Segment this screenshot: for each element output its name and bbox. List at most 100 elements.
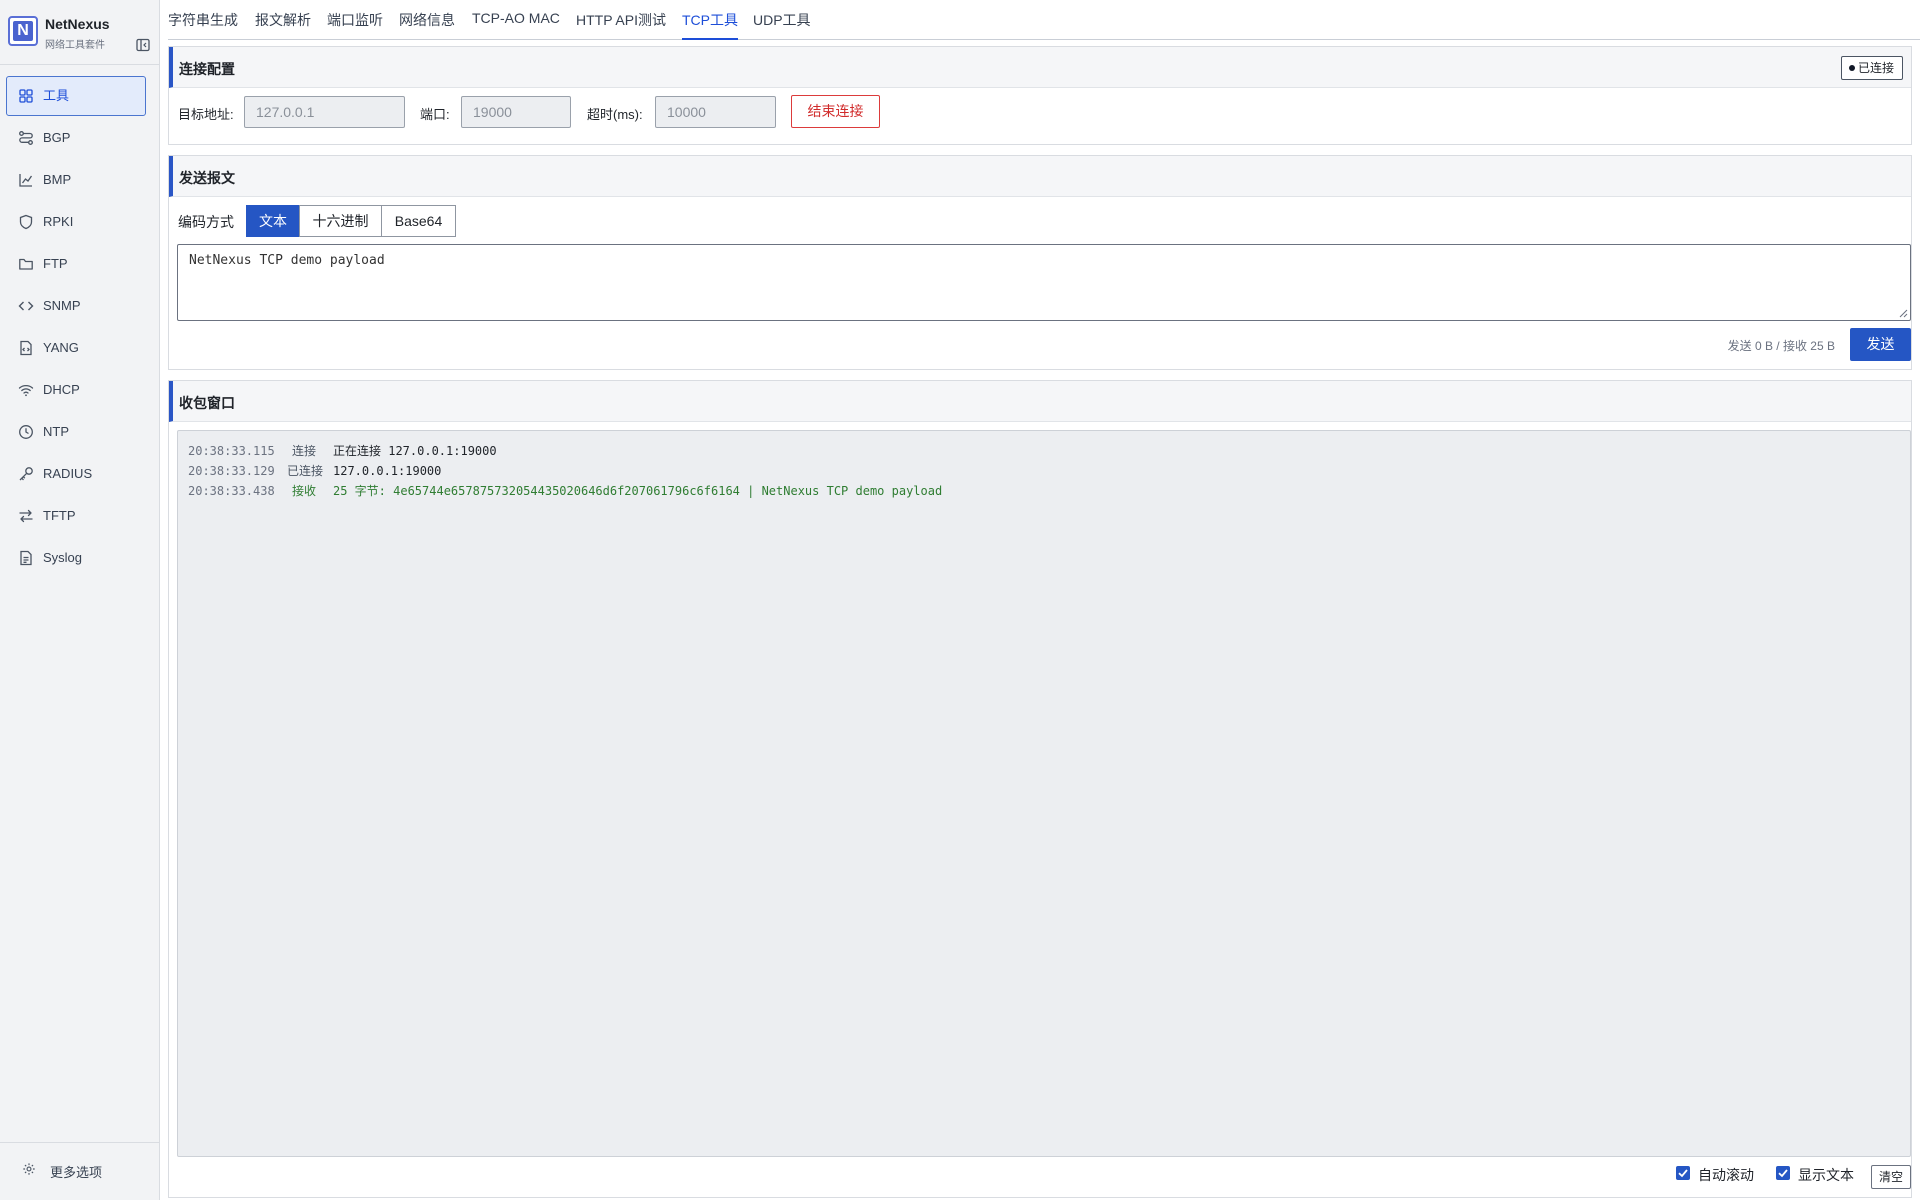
tab-port-listener[interactable]: 端口监听 xyxy=(327,10,383,40)
connection-panel: 连接配置 已连接 xyxy=(168,46,1912,145)
tab-tcp-ao-mac[interactable]: TCP-AO MAC xyxy=(472,10,560,40)
sidebar-item-ntp[interactable]: NTP xyxy=(6,412,146,452)
folder-icon xyxy=(19,258,33,270)
traffic-stats: 发送 0 B / 接收 25 B xyxy=(1727,339,1835,353)
document-icon xyxy=(20,550,32,566)
show-text-label: 显示文本 xyxy=(1798,1167,1854,1183)
sidebar-item-bmp[interactable]: BMP xyxy=(6,160,146,200)
sidebar-item-tools[interactable]: 工具 xyxy=(6,76,146,116)
sidebar-item-yang[interactable]: YANG xyxy=(6,328,146,368)
chart-icon xyxy=(19,174,33,187)
clear-button[interactable]: 清空 xyxy=(1871,1165,1911,1189)
sidebar-item-ftp[interactable]: FTP xyxy=(6,244,146,284)
gear-icon xyxy=(23,1163,35,1175)
clock-icon xyxy=(19,425,33,439)
connection-panel-header: 连接配置 已连接 xyxy=(169,47,1911,88)
sidebar-item-label: DHCP xyxy=(43,382,80,397)
sidebar-divider xyxy=(0,64,160,65)
sidebar-item-label: RADIUS xyxy=(43,466,93,481)
sidebar: N NetNexus 网络工具套件 工具 BGP BMP RPKI FTP SN… xyxy=(0,0,160,1200)
app-logo: N xyxy=(8,16,38,46)
tab-string-generator[interactable]: 字符串生成 xyxy=(168,10,238,40)
sidebar-item-rpki[interactable]: RPKI xyxy=(6,202,146,242)
tab-http-api-test[interactable]: HTTP API测试 xyxy=(576,10,666,40)
log-timestamp: 20:38:33.129 xyxy=(188,464,275,478)
log-timestamp: 20:38:33.115 xyxy=(188,444,275,458)
receive-panel-title: 收包窗口 xyxy=(179,395,235,411)
checkmark-icon xyxy=(1778,1169,1788,1178)
more-options-label: 更多选项 xyxy=(50,1165,103,1180)
receive-panel-header: 收包窗口 xyxy=(169,381,1911,422)
log-row: 20:38:33.438 接收 25 字节: 4e65744e657875732… xyxy=(188,481,1900,501)
sidebar-collapse-icon[interactable] xyxy=(136,38,150,52)
sidebar-item-label: 工具 xyxy=(43,88,70,103)
sidebar-item-radius[interactable]: RADIUS xyxy=(6,454,146,494)
tool-tabs: 字符串生成 报文解析 端口监听 网络信息 TCP-AO MAC HTTP API… xyxy=(168,0,1920,40)
connection-status-badge: 已连接 xyxy=(1840,56,1903,80)
code-icon xyxy=(18,301,34,311)
timeout-input[interactable]: 10000 xyxy=(655,96,776,128)
sidebar-item-label: SNMP xyxy=(43,298,81,313)
encoding-hex-button[interactable]: 十六进制 xyxy=(299,205,382,237)
checkmark-icon xyxy=(1678,1169,1688,1178)
sidebar-item-label: FTP xyxy=(43,256,68,271)
log-message: 127.0.0.1:19000 xyxy=(333,464,442,478)
brand: N NetNexus 网络工具套件 xyxy=(8,14,152,52)
log-kind: 接收 xyxy=(292,484,317,498)
log-message: 正在连接 127.0.0.1:19000 xyxy=(333,444,497,458)
disconnect-button[interactable]: 结束连接 xyxy=(791,95,880,128)
log-kind: 连接 xyxy=(292,444,317,458)
log-message: 25 字节: 4e65744e657875732054435020646d6f2… xyxy=(333,484,943,498)
log-kind: 已连接 xyxy=(287,464,324,478)
port-input[interactable]: 19000 xyxy=(461,96,571,128)
timeout-label: 超时(ms): xyxy=(587,107,643,122)
route-icon xyxy=(19,131,33,145)
target-address-label: 目标地址: xyxy=(178,107,234,122)
sidebar-item-snmp[interactable]: SNMP xyxy=(6,286,146,326)
app-name: NetNexus xyxy=(45,16,110,32)
log-row: 20:38:33.129 已连接 127.0.0.1:19000 xyxy=(188,461,1900,481)
auto-scroll-label: 自动滚动 xyxy=(1698,1167,1754,1183)
payload-text: NetNexus TCP demo payload xyxy=(189,253,385,268)
sidebar-item-syslog[interactable]: Syslog xyxy=(6,538,146,578)
tab-tcp-tool[interactable]: TCP工具 xyxy=(682,10,738,40)
send-button[interactable]: 发送 xyxy=(1850,328,1911,361)
grid-icon xyxy=(19,89,33,103)
shield-icon xyxy=(19,214,33,230)
auto-scroll-checkbox[interactable] xyxy=(1676,1166,1690,1180)
connection-panel-title: 连接配置 xyxy=(179,61,235,77)
key-icon xyxy=(19,467,33,481)
sidebar-item-dhcp[interactable]: DHCP xyxy=(6,370,146,410)
sidebar-item-label: BGP xyxy=(43,130,71,145)
sidebar-nav: 工具 BGP BMP RPKI FTP SNMP YANG DHCP NTP R… xyxy=(6,76,146,580)
sidebar-divider xyxy=(0,1142,160,1143)
sidebar-item-bgp[interactable]: BGP xyxy=(6,118,146,158)
tab-udp-tool[interactable]: UDP工具 xyxy=(753,10,811,40)
sidebar-item-label: RPKI xyxy=(43,214,74,229)
encoding-text-button[interactable]: 文本 xyxy=(246,205,300,237)
wifi-icon xyxy=(18,384,34,397)
target-address-input[interactable]: 127.0.0.1 xyxy=(244,96,405,128)
encoding-label: 编码方式 xyxy=(178,214,234,230)
file-code-icon xyxy=(20,340,32,356)
port-label: 端口: xyxy=(420,107,450,122)
show-text-checkbox[interactable] xyxy=(1776,1166,1790,1180)
resize-grip-icon[interactable] xyxy=(1899,309,1908,318)
sidebar-item-tftp[interactable]: TFTP xyxy=(6,496,146,536)
sidebar-item-label: YANG xyxy=(43,340,79,355)
log-timestamp: 20:38:33.438 xyxy=(188,484,275,498)
log-row: 20:38:33.115 连接 正在连接 127.0.0.1:19000 xyxy=(188,441,1900,461)
sidebar-item-label: BMP xyxy=(43,172,72,187)
status-dot-icon xyxy=(1848,65,1855,71)
sidebar-item-label: NTP xyxy=(43,424,69,439)
payload-textarea[interactable]: NetNexus TCP demo payload xyxy=(177,244,1911,321)
sidebar-item-label: Syslog xyxy=(43,550,83,565)
tab-packet-parser[interactable]: 报文解析 xyxy=(255,10,311,40)
connection-status-text: 已连接 xyxy=(1857,61,1894,75)
encoding-base64-button[interactable]: Base64 xyxy=(381,205,456,237)
tab-network-info[interactable]: 网络信息 xyxy=(399,10,455,40)
send-panel-title: 发送报文 xyxy=(179,170,235,186)
receive-log[interactable]: 20:38:33.115 连接 正在连接 127.0.0.1:19000 20:… xyxy=(177,430,1911,1157)
transfer-icon xyxy=(19,509,33,523)
app-subtitle: 网络工具套件 xyxy=(45,40,105,51)
